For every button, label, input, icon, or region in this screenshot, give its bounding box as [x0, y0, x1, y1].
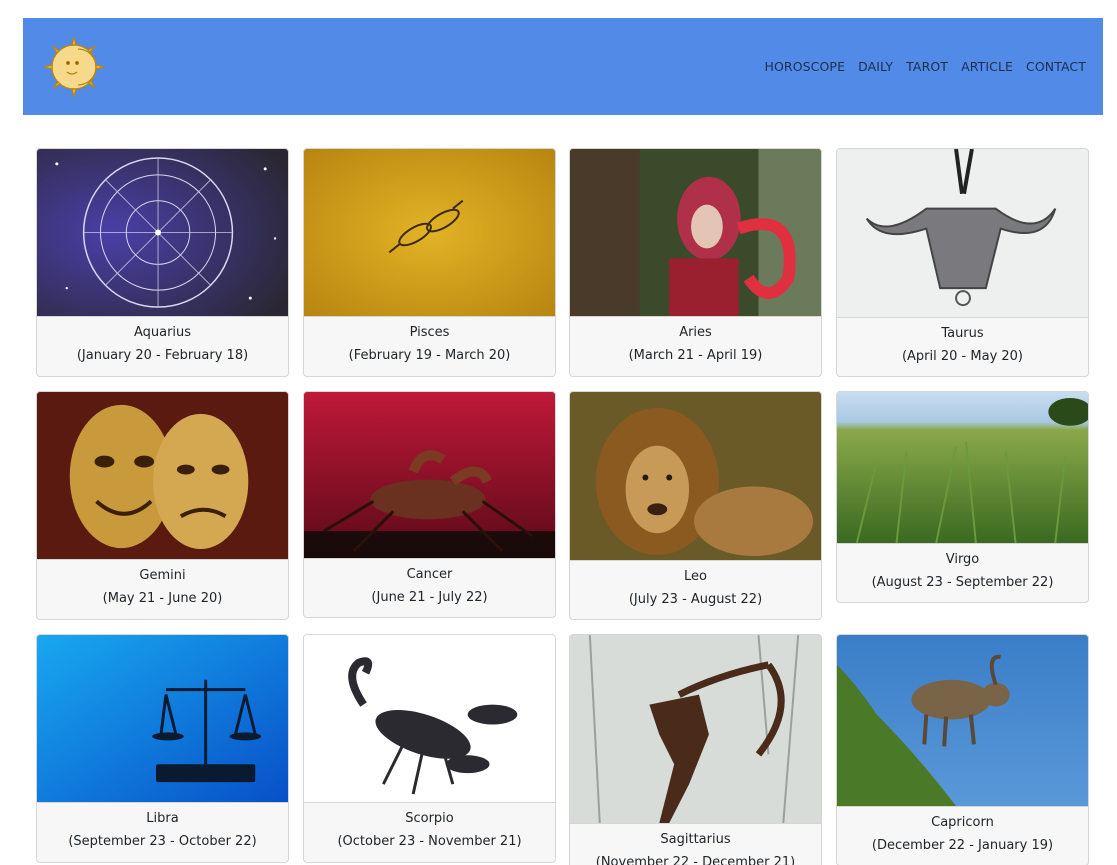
sign-dates: (May 21 - June 20): [102, 591, 223, 606]
nav-daily[interactable]: DAILY: [858, 59, 893, 74]
sign-name: Leo: [684, 569, 707, 584]
sign-dates: (November 22 - December 21): [595, 855, 796, 865]
sign-card-cancer[interactable]: Cancer (June 21 - July 22): [303, 391, 556, 618]
sun-moon-logo-icon: [43, 36, 105, 97]
wheat-field-image: [837, 392, 1088, 544]
sign-name: Pisces: [409, 325, 450, 340]
sign-name: Aries: [679, 325, 712, 340]
sign-dates: (December 22 - January 19): [871, 838, 1054, 853]
navbar: HOROSCOPE DAILY TAROT ARTICLE CONTACT: [23, 18, 1103, 115]
sign-dates: (October 23 - November 21): [337, 834, 522, 849]
nav-tarot[interactable]: TAROT: [906, 59, 948, 74]
scorpion-image: [304, 635, 555, 803]
archer-sculpture-image: [570, 635, 821, 824]
sign-name: Cancer: [406, 567, 453, 582]
sign-card-aries[interactable]: Aries (March 21 - April 19): [569, 148, 822, 377]
sign-dates: (August 23 - September 22): [871, 575, 1054, 590]
nav-horoscope[interactable]: HOROSCOPE: [764, 59, 845, 74]
sign-name: Scorpio: [405, 811, 454, 826]
sign-card-gemini[interactable]: Gemini (May 21 - June 20): [36, 391, 289, 620]
sign-card-aquarius[interactable]: Aquarius (January 20 - February 18): [36, 148, 289, 377]
aries-costume-woman-image: [570, 149, 821, 317]
sign-card-sagittarius[interactable]: Sagittarius (November 22 - December 21): [569, 634, 822, 865]
sign-name: Gemini: [139, 568, 186, 583]
zodiac-wheel-image: [37, 149, 288, 317]
sign-card-virgo[interactable]: Virgo (August 23 - September 22): [836, 391, 1089, 603]
nav-links: HOROSCOPE DAILY TAROT ARTICLE CONTACT: [764, 59, 1086, 74]
sign-dates: (September 23 - October 22): [68, 834, 257, 849]
sign-dates: (February 19 - March 20): [348, 348, 511, 363]
sign-dates: (April 20 - May 20): [901, 349, 1024, 364]
sign-name: Capricorn: [931, 815, 994, 830]
sign-dates: (July 23 - August 22): [628, 592, 763, 607]
sign-name: Sagittarius: [660, 832, 731, 847]
sign-card-scorpio[interactable]: Scorpio (October 23 - November 21): [303, 634, 556, 863]
sign-card-capricorn[interactable]: Capricorn (December 22 - January 19): [836, 634, 1089, 865]
sign-dates: (January 20 - February 18): [76, 348, 249, 363]
sign-card-libra[interactable]: Libra (September 23 - October 22): [36, 634, 289, 863]
sign-dates: (June 21 - July 22): [371, 590, 488, 605]
sign-card-leo[interactable]: Leo (July 23 - August 22): [569, 391, 822, 620]
sign-name: Virgo: [945, 552, 980, 567]
sign-name: Taurus: [941, 326, 984, 341]
ibex-image: [837, 635, 1088, 807]
bull-skull-pendant-image: [837, 149, 1088, 318]
lion-image: [570, 392, 821, 561]
sign-name: Aquarius: [133, 325, 192, 340]
nav-contact[interactable]: CONTACT: [1026, 59, 1086, 74]
sign-card-taurus[interactable]: Taurus (April 20 - May 20): [836, 148, 1089, 377]
theatre-masks-image: [37, 392, 288, 560]
sign-card-pisces[interactable]: Pisces (February 19 - March 20): [303, 148, 556, 377]
crab-image: [304, 392, 555, 559]
sign-dates: (March 21 - April 19): [628, 348, 763, 363]
logo[interactable]: [40, 33, 108, 101]
pisces-fish-image: [304, 149, 555, 317]
scales-image: [37, 635, 288, 803]
nav-article[interactable]: ARTICLE: [961, 59, 1013, 74]
sign-name: Libra: [146, 811, 179, 826]
